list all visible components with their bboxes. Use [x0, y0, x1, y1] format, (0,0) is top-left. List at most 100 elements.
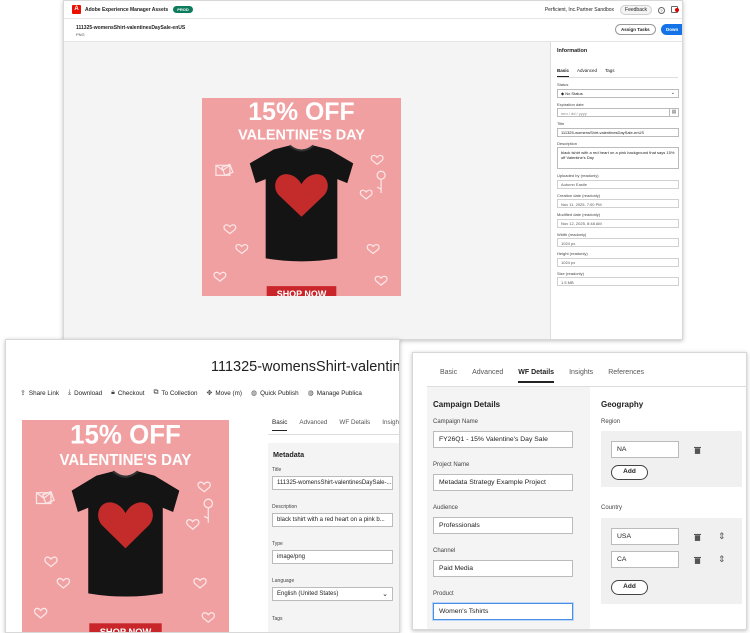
- notification-dot: [675, 7, 679, 12]
- move-label: Move (m): [215, 389, 242, 397]
- modified-date-field: Nov 12, 2025, 8:48 AM: [557, 218, 679, 228]
- trash-icon[interactable]: [694, 556, 701, 564]
- manage-publication-button[interactable]: ◍ Manage Publica: [308, 389, 362, 398]
- tab-basic[interactable]: Basic: [272, 419, 288, 431]
- description-label: Description: [272, 504, 298, 510]
- help-icon[interactable]: ?: [658, 6, 665, 14]
- campaign-name-label: Campaign Name: [433, 419, 479, 425]
- top-bar: A Adobe Experience Manager Assets PROD P…: [64, 1, 682, 19]
- promo-artwork: 15% OFF VALENTINE'S DAY SHOP NOW: [22, 419, 229, 632]
- download-button[interactable]: ⤓ Download: [68, 389, 102, 397]
- product-input[interactable]: Women's Tshirts: [433, 603, 573, 620]
- quick-publish-label: Quick Publish: [260, 389, 299, 397]
- promo-artwork: 15% OFF VALENTINE'S DAY SHOP NOW: [202, 98, 401, 302]
- status-label: Status: [557, 82, 569, 87]
- type-label: Type: [272, 541, 283, 547]
- promo-cta: SHOP NOW: [277, 289, 327, 296]
- channel-input[interactable]: Paid Media: [433, 560, 573, 577]
- checkout-button[interactable]: 🔒︎ Checkout: [111, 389, 144, 397]
- tab-insights[interactable]: Insigh: [382, 419, 399, 431]
- audience-input[interactable]: Professionals: [433, 517, 573, 534]
- move-icon: ✥: [206, 390, 213, 397]
- width-field: 1024 px: [557, 238, 679, 247]
- manage-publication-label: Manage Publica: [316, 389, 362, 397]
- tags-label: Tags: [272, 616, 283, 622]
- country-input-2[interactable]: CA: [611, 551, 679, 568]
- title-input[interactable]: 111325-womensShirt-valentinesDaySale-...: [272, 476, 393, 490]
- description-input[interactable]: black tshirt with a red heart on a pink …: [272, 513, 393, 527]
- quick-publish-button[interactable]: ◍ Quick Publish: [251, 389, 299, 398]
- language-value: English (United States): [277, 591, 339, 597]
- product-label: Product: [433, 591, 454, 597]
- notifications-icon[interactable]: [671, 5, 679, 15]
- status-select[interactable]: ◆ No Status ⌄: [557, 88, 679, 98]
- tab-basic[interactable]: Basic: [440, 369, 457, 383]
- type-input[interactable]: image/png: [272, 550, 393, 564]
- uploaded-by-field: Autumn Eastle: [557, 179, 679, 189]
- drag-handle-icon[interactable]: ⇕: [718, 555, 726, 564]
- tab-advanced[interactable]: Advanced: [577, 68, 597, 77]
- rail-tabs: Basic Advanced Tags: [557, 68, 678, 78]
- download-button[interactable]: Down: [661, 24, 682, 35]
- language-select[interactable]: English (United States) ⌄: [272, 587, 393, 601]
- adobe-logo-icon[interactable]: A: [72, 5, 81, 14]
- metadata-heading: Metadata: [273, 450, 305, 459]
- add-region-button[interactable]: Add: [611, 465, 648, 480]
- region-label: Region: [601, 419, 621, 425]
- expiration-date-input[interactable]: mm / dd / yyyy ▦: [557, 108, 679, 117]
- geography-heading: Geography: [601, 400, 644, 409]
- geography-section: Geography Region NA Add Country USA ⇕ CA…: [591, 387, 746, 629]
- download-icon: ⤓: [67, 389, 72, 396]
- asset-thumbnail[interactable]: 15% OFF VALENTINE'S DAY SHOP NOW: [22, 419, 229, 632]
- country-input-1[interactable]: USA: [611, 528, 679, 545]
- calendar-icon[interactable]: ▦: [669, 109, 678, 117]
- download-label: Download: [74, 389, 103, 397]
- asset-title: 111325-womensShirt-valentinesDaySale: [211, 359, 400, 375]
- tab-divider: [268, 434, 399, 435]
- size-label: Size (readonly): [557, 270, 584, 276]
- promo-subhead: VALENTINE'S DAY: [60, 452, 192, 469]
- feedback-button[interactable]: Feedback: [620, 5, 652, 15]
- lock-icon: 🔒︎: [111, 389, 115, 396]
- modified-date-label: Modified date (readonly): [557, 212, 601, 217]
- region-input[interactable]: NA: [611, 441, 679, 458]
- tab-references[interactable]: References: [608, 369, 644, 383]
- trash-icon[interactable]: [694, 533, 701, 541]
- channel-label: Channel: [433, 548, 456, 554]
- environment-badge: PROD: [173, 6, 193, 13]
- tab-advanced[interactable]: Advanced: [299, 419, 327, 431]
- move-button[interactable]: ✥ Move (m): [206, 389, 242, 398]
- description-textarea[interactable]: black tshirt with a red heart on a pink …: [557, 147, 679, 169]
- title-input[interactable]: 111325-womensShirt-valentinesDaySale-enU…: [557, 127, 679, 137]
- trash-icon[interactable]: [694, 446, 701, 454]
- tab-wf-details[interactable]: WF Details: [518, 369, 555, 383]
- tab-insights[interactable]: Insights: [569, 369, 593, 383]
- asset-preview-image[interactable]: 15% OFF VALENTINE'S DAY SHOP NOW: [202, 98, 401, 302]
- asset-name: 111325-womensShirt-valentinesDaySale-enU…: [76, 25, 186, 31]
- drag-handle-icon[interactable]: ⇕: [718, 532, 726, 541]
- org-switcher[interactable]: Perficient, Inc.Partner Sandbox: [545, 7, 614, 13]
- chevron-down-icon: ⌄: [382, 591, 388, 598]
- detail-tabs: Basic Advanced WF Details Insights Refer…: [440, 369, 644, 383]
- to-collection-button[interactable]: ⧉ To Collection: [153, 389, 197, 397]
- status-value: No Status: [565, 91, 583, 96]
- assign-tasks-button[interactable]: Assign Tasks: [615, 24, 656, 35]
- tab-tags[interactable]: Tags: [605, 68, 615, 77]
- add-country-button[interactable]: Add: [611, 580, 648, 595]
- campaign-name-input[interactable]: FY26Q1 - 15% Valentine's Day Sale: [433, 431, 573, 448]
- metadata-tabs: Basic Advanced WF Details Insigh: [272, 419, 399, 431]
- metadata-section: Metadata Title 111325-womensShirt-valent…: [268, 443, 399, 632]
- region-group: NA Add: [601, 431, 742, 487]
- checkout-label: Checkout: [117, 389, 145, 397]
- promo-headline: 15% OFF: [70, 420, 181, 450]
- tab-basic[interactable]: Basic: [557, 68, 570, 77]
- expiration-placeholder: mm / dd / yyyy: [561, 110, 587, 116]
- campaign-details-section: Campaign Details Campaign Name FY26Q1 - …: [427, 387, 590, 629]
- tab-wf-details[interactable]: WF Details: [339, 419, 370, 431]
- project-name-input[interactable]: Metadata Strategy Example Project: [433, 474, 573, 491]
- title-label: Title: [272, 467, 282, 473]
- feedback-label: Feedback: [625, 7, 647, 13]
- share-link-button[interactable]: ⇪ Share Link: [20, 389, 59, 398]
- tab-advanced[interactable]: Advanced: [472, 369, 503, 383]
- country-group: USA ⇕ CA ⇕ Add: [601, 518, 742, 604]
